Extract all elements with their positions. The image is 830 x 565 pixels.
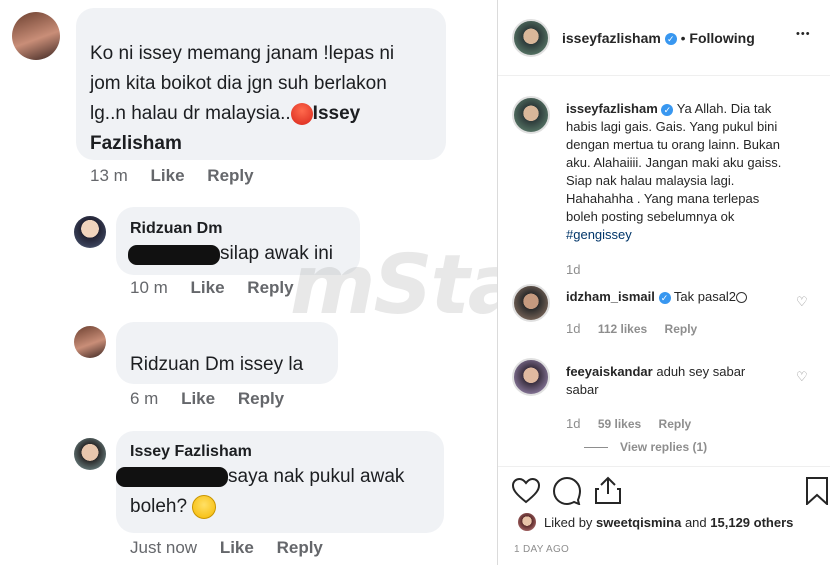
angry-face-icon xyxy=(290,102,313,125)
reply-link[interactable]: Reply xyxy=(238,389,284,408)
action-divider xyxy=(498,466,830,467)
comment-bubble: Ko ni issey memang janam !lepas ni jom k… xyxy=(76,8,446,160)
liker-username[interactable]: sweetqismina xyxy=(596,515,681,530)
comment-meta: 13 m Like Reply xyxy=(90,166,272,186)
comment-text: silap awak ini xyxy=(220,243,333,264)
commenter-name[interactable]: Ridzuan Dm xyxy=(130,220,222,238)
caption-age: 1d xyxy=(566,262,581,277)
commenter-avatar[interactable] xyxy=(74,326,106,358)
like-comment-heart-icon[interactable]: ♡ xyxy=(796,369,808,385)
commenter-username[interactable]: feeyaiskandar xyxy=(566,364,653,379)
reply-link[interactable]: Reply xyxy=(277,538,323,557)
header-username[interactable]: isseyfazlisham xyxy=(562,30,661,46)
caption-text: isseyfazlisham ✓ Ya Allah. Dia tak habis… xyxy=(566,100,826,244)
comment-likes[interactable]: 112 likes xyxy=(598,322,647,336)
comment-bubble: Issey Fazlisham saya nak pukul awak bole… xyxy=(116,431,444,533)
caption-avatar[interactable] xyxy=(512,96,550,134)
comment-bubble: Ridzuan Dm silap awak ini xyxy=(116,207,360,275)
view-replies-line xyxy=(584,447,608,449)
caption-username[interactable]: isseyfazlisham xyxy=(566,101,658,116)
like-heart-icon[interactable] xyxy=(512,478,540,504)
commenter-avatar[interactable] xyxy=(512,358,550,396)
facebook-comments-panel: Ko ni issey memang janam !lepas ni jom k… xyxy=(0,0,497,565)
post-timestamp: 1 DAY AGO xyxy=(514,544,570,555)
like-link[interactable]: Like xyxy=(220,538,254,557)
save-bookmark-icon[interactable] xyxy=(806,477,828,505)
commenter-name[interactable]: Issey Fazlisham xyxy=(130,443,252,461)
redacted-text xyxy=(128,245,220,265)
more-options-icon[interactable]: ••• xyxy=(796,28,811,40)
other-likers-link[interactable]: 15,129 others xyxy=(710,515,793,530)
comment-age: 1d xyxy=(566,416,581,431)
share-icon[interactable] xyxy=(595,476,621,504)
like-link[interactable]: Like xyxy=(191,278,225,297)
post-header: isseyfazlisham ✓ • Following ••• xyxy=(498,0,830,76)
comment-time[interactable]: 10 m xyxy=(130,278,168,297)
comment-age: 1d xyxy=(566,321,581,336)
smiley-face-icon xyxy=(192,494,217,519)
reply-link[interactable]: Reply xyxy=(659,417,692,431)
commenter-avatar[interactable] xyxy=(12,12,60,60)
commenter-username[interactable]: idzham_ismail xyxy=(566,289,655,304)
comment-time[interactable]: 6 m xyxy=(130,389,158,408)
comment-meta: 1d 59 likes Reply xyxy=(566,416,691,431)
like-link[interactable]: Like xyxy=(181,389,215,408)
reply-link[interactable]: Reply xyxy=(665,322,698,336)
comment-meta: Just now Like Reply xyxy=(130,538,341,558)
comment-text: feeyaiskandar aduh sey sabar sabar xyxy=(566,364,746,397)
profile-avatar[interactable] xyxy=(512,19,550,57)
reply-link[interactable]: Reply xyxy=(207,166,253,185)
comment-text: idzham_ismail ✓ Tak pasal2 xyxy=(566,288,796,306)
commenter-avatar[interactable] xyxy=(74,216,106,248)
following-button[interactable]: Following xyxy=(689,30,754,46)
comment-meta: 6 m Like Reply xyxy=(130,389,302,409)
comment-time[interactable]: 13 m xyxy=(90,166,128,185)
instagram-post-panel: isseyfazlisham ✓ • Following ••• isseyfa… xyxy=(497,0,830,565)
commenter-avatar[interactable] xyxy=(512,284,550,322)
comment-likes[interactable]: 59 likes xyxy=(598,417,641,431)
comment-text: Ridzuan Dm issey la xyxy=(130,354,304,375)
verified-badge-icon: ✓ xyxy=(664,33,677,46)
hashtag-link[interactable]: #gengissey xyxy=(566,226,826,244)
like-link[interactable]: Like xyxy=(151,166,185,185)
comment-bubble-icon[interactable] xyxy=(553,477,581,505)
comment-bubble: Ridzuan Dm issey la xyxy=(116,322,338,384)
liked-by-text: Liked by sweetqismina and 15,129 others xyxy=(544,515,794,530)
header-separator: • xyxy=(680,30,686,46)
reply-link[interactable]: Reply xyxy=(247,278,293,297)
comment-text: Ko ni issey memang janam !lepas ni jom k… xyxy=(90,43,395,154)
liker-avatar[interactable] xyxy=(518,513,536,531)
comment-text: saya nak pukul awak boleh? xyxy=(130,466,405,519)
view-replies-button[interactable]: View replies (1) xyxy=(584,440,707,454)
verified-badge-icon: ✓ xyxy=(661,103,674,116)
comment-time[interactable]: Just now xyxy=(130,538,197,557)
verified-badge-icon: ✓ xyxy=(658,291,671,304)
comment-meta: 10 m Like Reply xyxy=(130,278,312,298)
commenter-avatar[interactable] xyxy=(74,438,106,470)
grinning-face-icon xyxy=(736,292,748,304)
like-comment-heart-icon[interactable]: ♡ xyxy=(796,294,808,310)
comment-meta: 1d 112 likes Reply xyxy=(566,321,697,336)
